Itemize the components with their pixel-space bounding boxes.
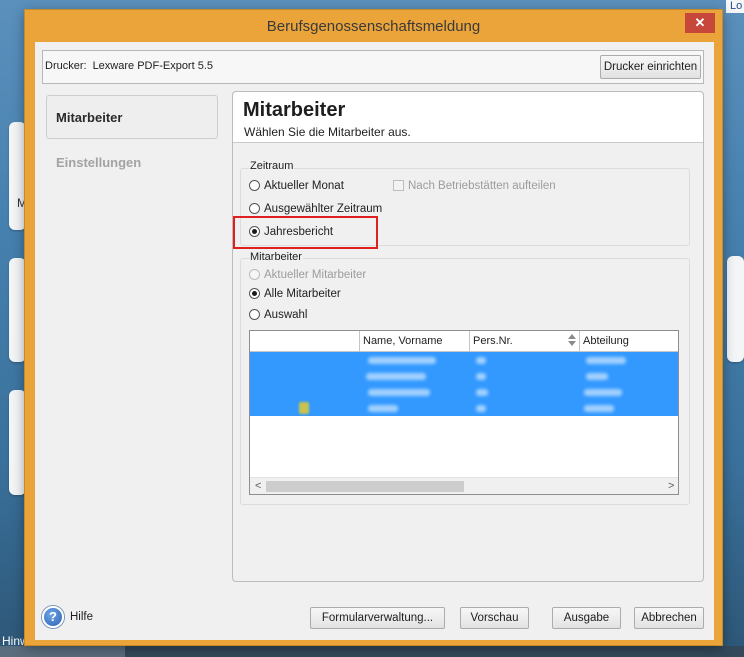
radio-button[interactable] [249, 203, 260, 214]
radio-ausgewaehlter-zeitraum[interactable]: Ausgewählter Zeitraum [249, 202, 409, 216]
chevron-left-icon[interactable]: < [255, 479, 261, 493]
panel-header: Mitarbeiter Wählen Sie die Mitarbeiter a… [233, 92, 703, 143]
chevron-right-icon[interactable]: > [668, 479, 674, 493]
radio-label: Aktueller Mitarbeiter [264, 269, 367, 281]
printer-bar: Drucker: Lexware PDF-Export 5.5 Drucker e… [42, 50, 704, 84]
table-row[interactable] [250, 368, 678, 384]
sort-icon[interactable] [568, 334, 576, 347]
radio-alle-mitarbeiter[interactable]: Alle Mitarbeiter [249, 287, 409, 301]
radio-button[interactable] [249, 269, 260, 280]
scrollbar-thumb[interactable] [266, 481, 464, 492]
background-panel [727, 256, 744, 362]
dialog-content: Drucker: Lexware PDF-Export 5.5 Drucker e… [35, 42, 714, 640]
radio-aktueller-monat[interactable]: Aktueller Monat [249, 179, 409, 193]
blurred-cell [584, 405, 614, 412]
radio-label: Alle Mitarbeiter [264, 288, 341, 300]
nav-item-mitarbeiter[interactable]: Mitarbeiter [46, 95, 218, 139]
close-icon[interactable]: ✕ [685, 13, 715, 33]
checkbox-betriebstaetten[interactable]: Nach Betriebstätten aufteilen [393, 179, 573, 193]
vorschau-button[interactable]: Vorschau [460, 607, 529, 629]
radio-label: Ausgewählter Zeitraum [264, 203, 383, 215]
radio-button[interactable] [249, 288, 260, 299]
table-row[interactable] [250, 352, 678, 368]
blurred-cell [368, 405, 398, 412]
blurred-cell [476, 389, 488, 396]
column-header-abteilung[interactable]: Abteilung [580, 331, 678, 351]
blurred-cell [476, 357, 486, 364]
radio-label: Aktueller Monat [264, 180, 344, 192]
abbrechen-button[interactable]: Abbrechen [634, 607, 704, 629]
radio-aktueller-mitarbeiter[interactable]: Aktueller Mitarbeiter [249, 268, 409, 282]
mitarbeiter-panel: Mitarbeiter Wählen Sie die Mitarbeiter a… [232, 91, 704, 582]
checkbox-box[interactable] [393, 180, 404, 191]
formularverwaltung-button[interactable]: Formularverwaltung... [310, 607, 445, 629]
background-panel [9, 390, 26, 495]
dialog-title: Berufsgenossenschaftsmeldung [266, 18, 481, 35]
employee-icon [299, 402, 309, 414]
radio-button[interactable] [249, 309, 260, 320]
printer-setup-button[interactable]: Drucker einrichten [600, 55, 701, 79]
help-icon[interactable]: ? [42, 606, 64, 628]
employee-table: Name, Vorname Pers.Nr. Abteilung < > [249, 330, 679, 495]
blurred-cell [368, 389, 430, 396]
table-row[interactable] [250, 400, 678, 416]
panel-subtitle: Wählen Sie die Mitarbeiter aus. [244, 125, 411, 139]
ausgabe-button[interactable]: Ausgabe [552, 607, 621, 629]
nav-item-einstellungen[interactable]: Einstellungen [56, 155, 141, 170]
red-highlight-box [233, 216, 378, 249]
printer-label: Drucker: [45, 60, 87, 72]
printer-name: Lexware PDF-Export 5.5 [92, 60, 213, 72]
panel-title: Mitarbeiter [243, 99, 346, 121]
printer-info: Drucker: Lexware PDF-Export 5.5 [45, 60, 213, 72]
background-panel [9, 258, 26, 362]
column-header-name[interactable]: Name, Vorname [360, 331, 470, 351]
background-app-text: Lo [730, 0, 743, 12]
table-row[interactable] [250, 384, 678, 400]
column-header-label: Pers.Nr. [473, 335, 513, 347]
blurred-cell [476, 373, 486, 380]
table-header: Name, Vorname Pers.Nr. Abteilung [250, 331, 678, 352]
blurred-cell [366, 373, 426, 380]
berufsgenossenschaft-dialog: Berufsgenossenschaftsmeldung ✕ Drucker: L… [25, 10, 722, 645]
blurred-cell [368, 357, 436, 364]
zeitraum-legend: Zeitraum [249, 160, 295, 172]
blurred-cell [584, 389, 622, 396]
background-panel [9, 122, 26, 230]
radio-auswahl[interactable]: Auswahl [249, 308, 409, 322]
radio-label: Auswahl [264, 309, 308, 321]
radio-button[interactable] [249, 180, 260, 191]
blurred-cell [586, 373, 608, 380]
horizontal-scrollbar[interactable]: < > [250, 477, 678, 494]
blurred-cell [476, 405, 486, 412]
help-link[interactable]: Hilfe [70, 611, 93, 623]
mitarbeiter-legend: Mitarbeiter [249, 251, 303, 263]
column-header-persnr[interactable]: Pers.Nr. [470, 331, 580, 351]
column-header-icon[interactable] [250, 331, 360, 351]
blurred-cell [586, 357, 626, 364]
checkbox-label: Nach Betriebstätten aufteilen [408, 180, 556, 192]
nav-item-label: Mitarbeiter [56, 110, 123, 125]
